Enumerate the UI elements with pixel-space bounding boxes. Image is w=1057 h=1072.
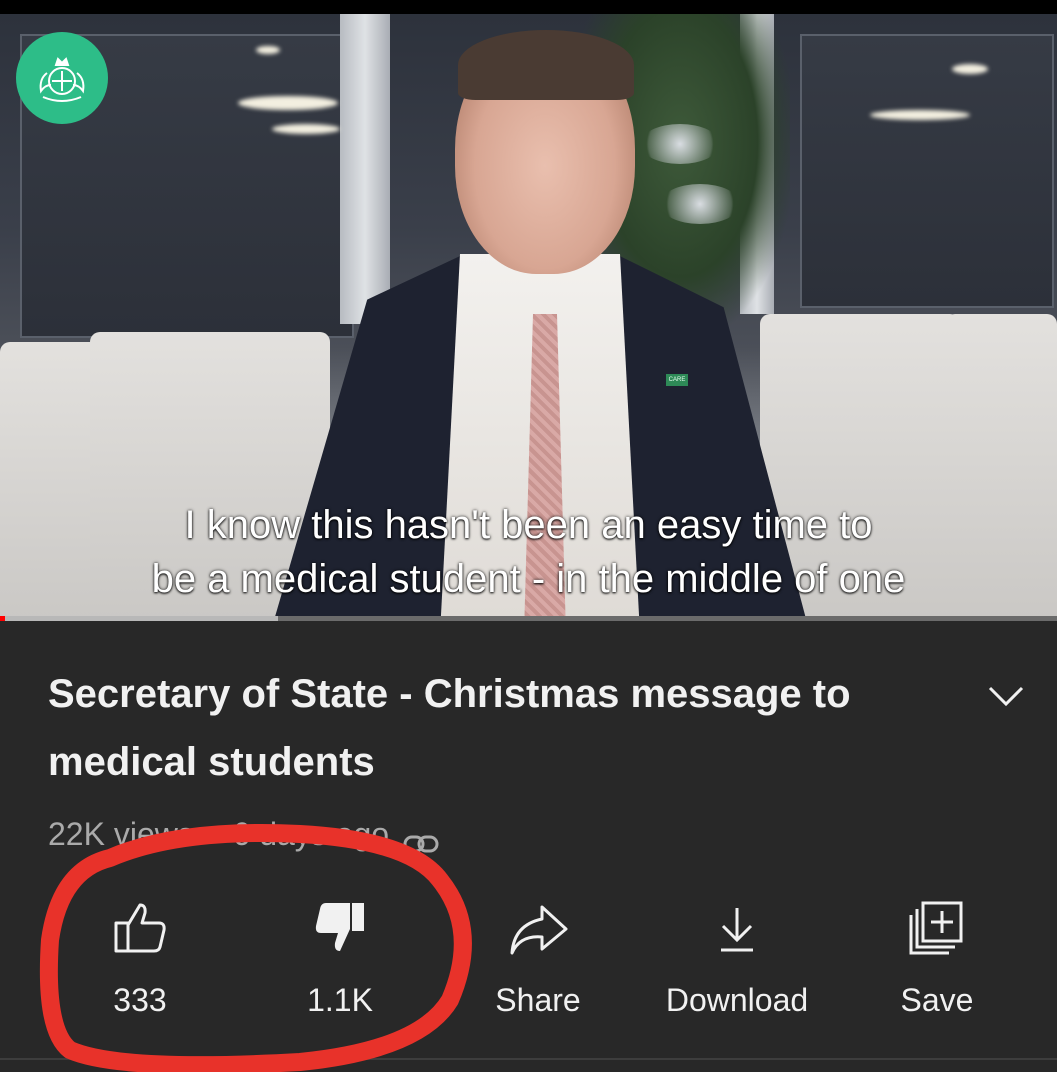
ceiling-light [952,64,988,74]
divider [0,1058,1057,1060]
video-caption: I know this hasn't been an easy time to … [0,498,1057,606]
speaker-hair [458,30,634,100]
tinsel [640,124,720,164]
ceiling-light [256,46,280,54]
channel-logo-crest-icon [16,32,108,124]
video-metadata: 22K views · 6 days ago [48,812,453,856]
ceiling-light [238,96,338,110]
save-label: Save [900,982,974,1018]
lapel-pin: CARE [666,374,688,386]
pillar [340,14,390,324]
caption-line-2: be a medical student - in the middle of … [151,557,906,601]
video-title: Secretary of State - Christmas message t… [48,672,851,784]
progress-played[interactable] [0,616,5,621]
download-icon [637,896,837,962]
upload-age: 6 days ago [232,816,390,852]
thumbs-down-icon [240,896,440,962]
view-count: 22K views [48,816,194,852]
ceiling-light [870,110,970,120]
window-pane [800,34,1054,308]
chevron-down-icon[interactable] [984,674,1028,718]
thumbs-up-icon [40,896,240,962]
link-icon[interactable] [403,824,439,853]
caption-line-1: I know this hasn't been an easy time to [184,503,873,547]
action-bar: 333 1.1K Share Download Save [40,884,1040,1034]
dislike-button[interactable]: 1.1K [240,884,440,1034]
tinsel [660,184,740,224]
youtube-watch-screen: CARE I know this hasn't been an easy tim… [0,0,1057,1072]
share-button[interactable]: Share [438,884,638,1034]
download-button[interactable]: Download [637,884,837,1034]
save-button[interactable]: Save [837,884,1037,1034]
like-button[interactable]: 333 [40,884,240,1034]
status-bar [0,0,1057,14]
share-icon [438,896,638,962]
progress-buffered [5,616,278,621]
video-player[interactable]: CARE I know this hasn't been an easy tim… [0,14,1057,620]
meta-separator: · [207,816,219,852]
save-to-playlist-icon [837,896,1037,962]
ceiling-light [272,124,340,134]
